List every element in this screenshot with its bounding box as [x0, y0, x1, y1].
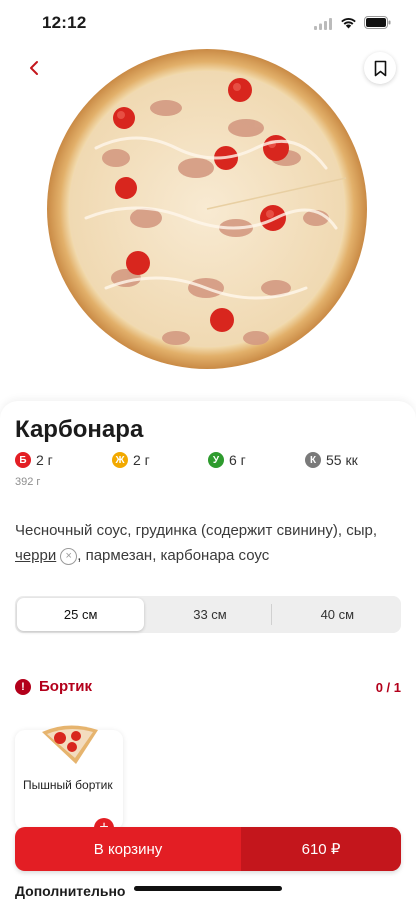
pizza-image [47, 49, 367, 369]
carbs-badge: У [208, 452, 224, 468]
size-option-25[interactable]: 25 см [17, 598, 145, 631]
nutrition-carbs: У 6 г [208, 452, 246, 468]
product-title: Карбонара [15, 416, 144, 443]
add-to-cart-label: В корзину [93, 840, 163, 858]
crust-section-title: Бортик [39, 678, 92, 695]
fat-badge: Ж [112, 452, 128, 468]
crust-section-count: 0 / 1 [375, 680, 401, 695]
description-text-end: , пармезан, карбонара соус [77, 547, 270, 564]
segment-divider [271, 604, 272, 625]
status-time: 12:12 [42, 13, 87, 32]
cellular-signal-icon [314, 18, 332, 30]
size-selector: 25 см 33 см 40 см [15, 596, 401, 633]
crust-section-header: ! Бортик [15, 678, 92, 695]
crust-slice-image [42, 725, 98, 764]
fat-value: 2 г [133, 452, 150, 468]
size-option-40[interactable]: 40 см [274, 596, 401, 633]
status-bar: 12:12 [0, 0, 416, 46]
crust-option-name: Пышный бортик [23, 778, 113, 792]
removable-ingredient[interactable]: черри [15, 547, 56, 564]
cart-price: 610 ₽ [241, 827, 401, 871]
battery-icon [364, 16, 391, 29]
nutrition-protein: Б 2 г [15, 452, 53, 468]
nutrition-calories: К 55 кк [305, 452, 358, 468]
additional-section-title: Дополнительно [15, 883, 126, 899]
remove-ingredient-icon[interactable]: × [60, 547, 78, 565]
product-description: Чесночный соус, грудинка (содержит свини… [15, 518, 405, 568]
wifi-icon [341, 18, 356, 29]
add-to-cart-button[interactable]: В корзину 610 ₽ [15, 827, 401, 871]
carbs-value: 6 г [229, 452, 246, 468]
alert-icon: ! [15, 678, 31, 695]
nutrition-fat: Ж 2 г [112, 452, 150, 468]
calories-value: 55 кк [326, 452, 358, 468]
chevron-left-icon [30, 61, 38, 75]
bookmark-button[interactable] [364, 52, 396, 84]
size-option-33[interactable]: 33 см [146, 596, 273, 633]
product-weight: 392 г [15, 476, 41, 488]
protein-badge: Б [15, 452, 31, 468]
crust-option-card[interactable]: Пышный бортик [15, 725, 123, 830]
calories-badge: К [305, 452, 321, 468]
description-text: Чесночный соус, грудинка (содержит свини… [15, 522, 378, 539]
bookmark-icon [374, 60, 386, 76]
home-indicator[interactable] [134, 886, 282, 891]
protein-value: 2 г [36, 452, 53, 468]
back-button[interactable] [22, 56, 46, 80]
